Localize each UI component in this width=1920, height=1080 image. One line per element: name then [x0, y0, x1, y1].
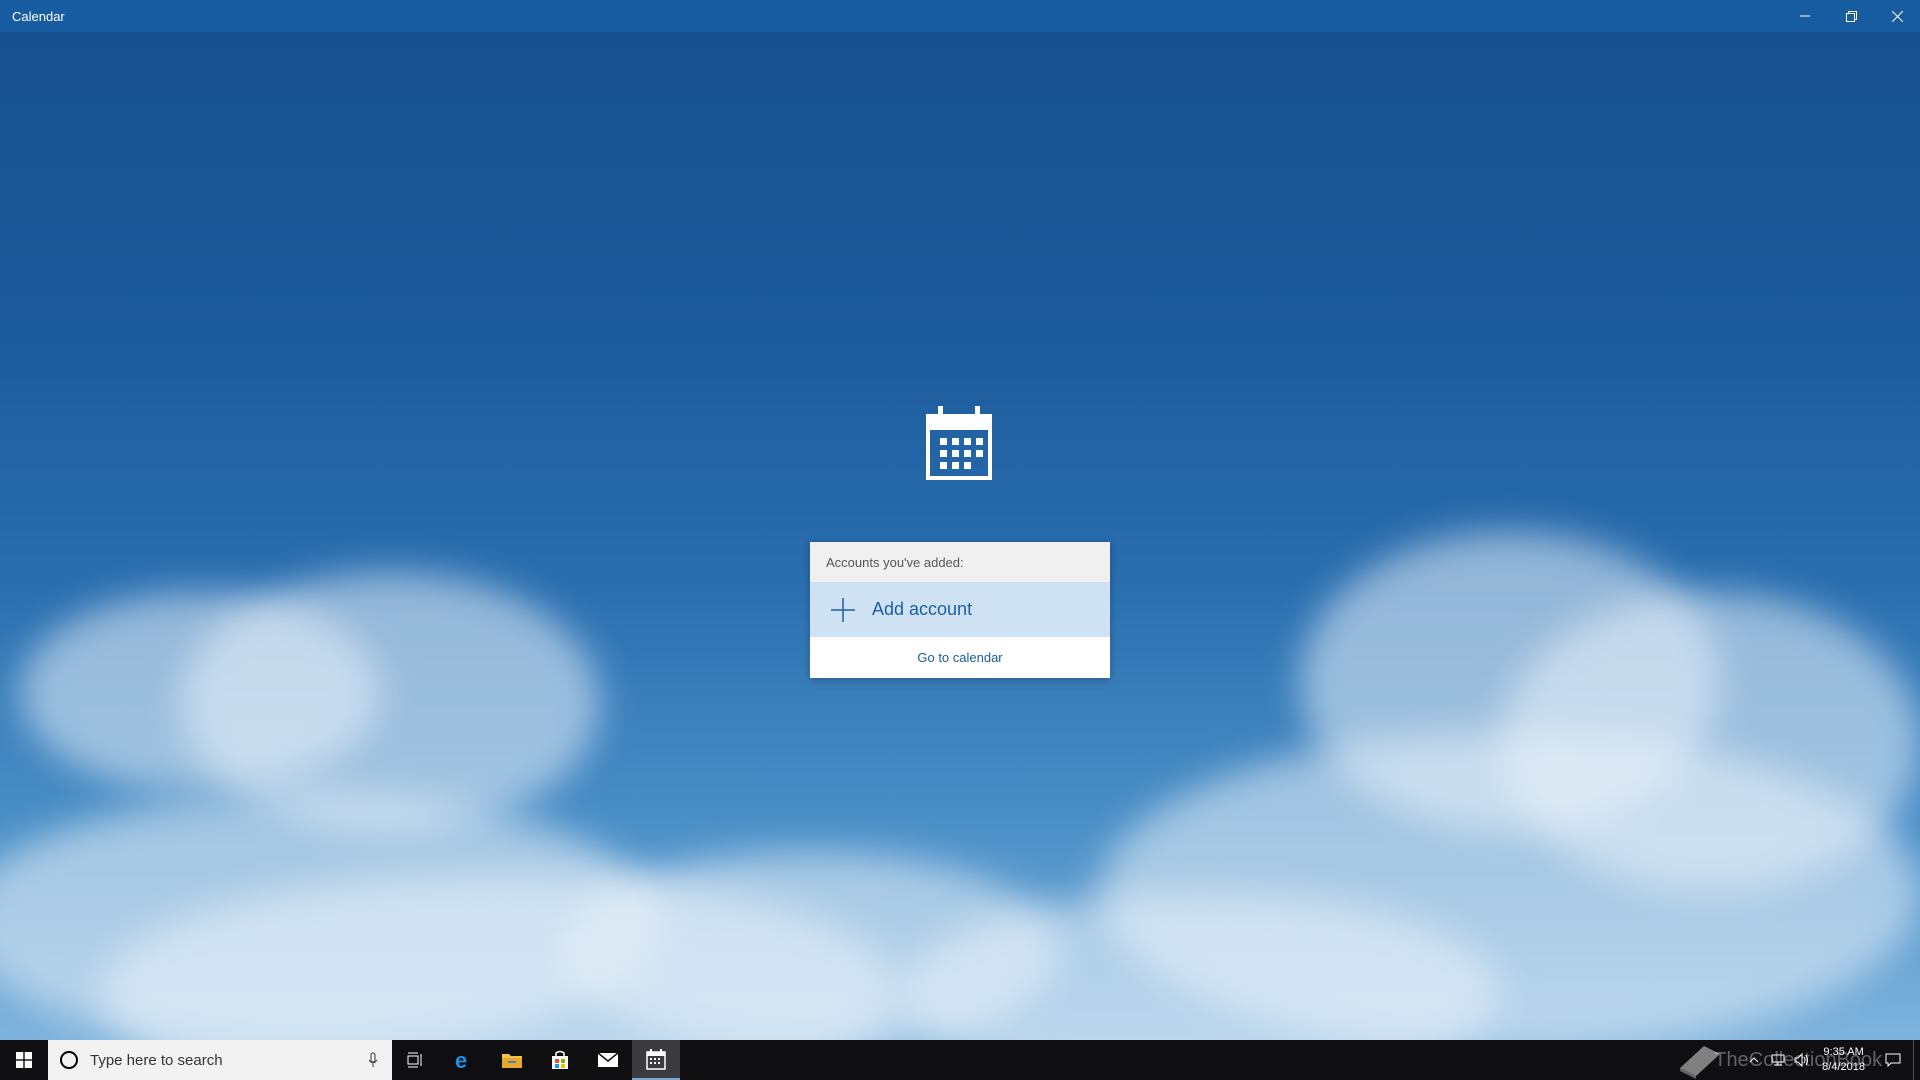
system-tray: TheCollectionBook 9:35 AM 8/4/2018	[1674, 1040, 1920, 1080]
store-icon	[552, 1050, 568, 1069]
mail-button[interactable]	[584, 1040, 632, 1080]
notification-icon	[1885, 1053, 1901, 1067]
task-view-button[interactable]	[392, 1040, 440, 1080]
accounts-panel: Accounts you've added: Add account Go to…	[810, 542, 1110, 678]
show-desktop-button[interactable]	[1913, 1040, 1920, 1080]
accounts-header: Accounts you've added:	[810, 542, 1110, 582]
plus-icon	[831, 597, 855, 622]
minimize-button[interactable]	[1782, 0, 1828, 32]
watermark-text: TheCollectionBook	[1714, 1048, 1883, 1071]
close-icon	[1891, 10, 1903, 22]
window-title: Calendar	[12, 8, 65, 24]
cortana-icon	[60, 1051, 78, 1069]
close-button[interactable]	[1874, 0, 1920, 32]
restore-icon	[1845, 10, 1857, 22]
restore-button[interactable]	[1828, 0, 1874, 32]
start-button[interactable]	[0, 1040, 48, 1080]
file-explorer-button[interactable]	[488, 1040, 536, 1080]
minimize-icon	[1800, 15, 1810, 17]
svg-text:e: e	[455, 1049, 467, 1071]
title-bar: Calendar	[0, 0, 1920, 32]
file-explorer-icon	[502, 1054, 522, 1068]
mail-icon	[597, 1052, 619, 1067]
calendar-icon	[646, 1049, 666, 1070]
store-button[interactable]	[536, 1040, 584, 1080]
calendar-app-icon	[926, 406, 992, 480]
task-view-icon	[407, 1052, 422, 1068]
calendar-taskbar-button[interactable]	[632, 1040, 680, 1080]
taskbar: Type here to search e TheCollectionBook …	[0, 1040, 1920, 1080]
windows-logo-icon	[16, 1052, 32, 1068]
cloud	[180, 572, 600, 832]
taskbar-search-box[interactable]: Type here to search	[48, 1040, 392, 1080]
add-account-label: Add account	[872, 599, 973, 619]
sky-background	[0, 32, 1920, 1040]
edge-icon: e	[455, 1049, 467, 1071]
go-to-calendar-link[interactable]: Go to calendar	[810, 637, 1110, 678]
add-account-button[interactable]: Add account	[810, 582, 1110, 637]
microphone-icon[interactable]	[368, 1052, 378, 1068]
search-placeholder: Type here to search	[90, 1051, 223, 1069]
edge-button[interactable]: e	[440, 1040, 488, 1080]
